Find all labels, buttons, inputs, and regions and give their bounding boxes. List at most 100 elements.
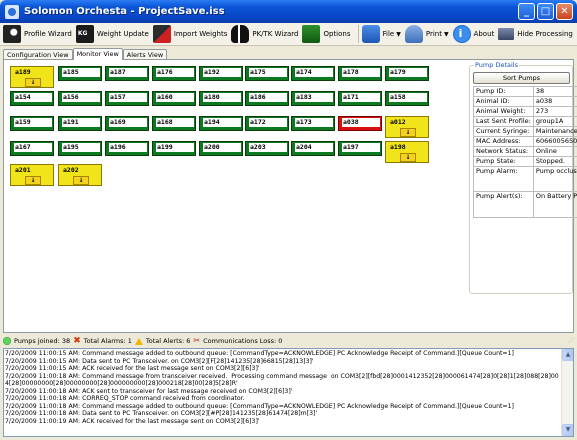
log-line: 7/20/2009 11:00:18 AM: ACK sent to trans… — [5, 387, 293, 395]
pump-id-label: a176 — [156, 68, 194, 77]
pump-tile-a187[interactable]: a187 — [105, 66, 149, 81]
alert-marker-icon: ↓ — [25, 78, 41, 87]
hide-processing-label: Hide Processing — [517, 30, 573, 38]
pump-tile-a038[interactable]: a038 — [338, 116, 382, 131]
minimize-button[interactable]: _ — [518, 3, 535, 20]
processing-log[interactable]: 7/20/2009 11:00:15 AM: Command message a… — [3, 348, 574, 437]
alarm-icon: ✖ — [73, 336, 81, 346]
hide-processing-button[interactable]: Hide Processing — [498, 24, 573, 45]
profile-wizard-button[interactable]: Profile Wizard — [3, 24, 72, 45]
alert-marker-icon: ↓ — [73, 176, 89, 185]
pump-id-label: a156 — [62, 93, 100, 102]
pump-tile-a186[interactable]: a186 — [245, 91, 289, 106]
pump-tile-a200[interactable]: a200 — [199, 141, 243, 156]
pump-tile-a183[interactable]: a183 — [291, 91, 335, 106]
pump-id-label: a204 — [295, 143, 333, 152]
monitor-panel: a189 ↓ a185 a187 a176 a192 a175 a174 a178 a179 a15… — [3, 59, 577, 333]
wizard-icon — [3, 25, 21, 43]
import-weights-button[interactable]: Import Weights — [152, 24, 227, 45]
pump-tile-a198[interactable]: a198 ↓ — [385, 141, 429, 163]
pump-tile-a157[interactable]: a157 — [105, 91, 149, 106]
tab-monitor-view[interactable]: Monitor View — [72, 48, 123, 60]
pump-details-group: Pump Details Sort Pumps Pump ID: 38 Anima… — [469, 61, 577, 294]
details-key: Last Sent Profile: — [473, 116, 534, 127]
pump-tile-a202[interactable]: a202 ↓ — [58, 164, 102, 186]
pump-tile-a154[interactable]: a154 — [10, 91, 54, 106]
toolbar-separator — [357, 25, 359, 43]
about-button[interactable]: About — [452, 24, 494, 45]
pktk-icon — [231, 25, 250, 43]
pump-tile-a174[interactable]: a174 — [291, 66, 335, 81]
import-icon — [152, 25, 171, 43]
pump-id-label: a203 — [249, 143, 287, 152]
log-lines: 7/20/2009 11:00:15 AM: Command message a… — [5, 350, 560, 425]
print-menu-button[interactable]: Print ▼ — [404, 24, 449, 45]
details-row: Network Status: Online — [473, 146, 577, 157]
pump-tile-a172[interactable]: a172 — [245, 116, 289, 131]
pump-id-label: a173 — [295, 118, 333, 127]
pump-tile-a180[interactable]: a180 — [199, 91, 243, 106]
details-value: Pump occlusion. — [532, 166, 577, 192]
scroll-up-button[interactable]: ▲ — [562, 349, 573, 361]
pump-tile-a178[interactable]: a178 — [338, 66, 382, 81]
pump-tile-a175[interactable]: a175 — [245, 66, 289, 81]
pump-tile-a158[interactable]: a158 — [385, 91, 429, 106]
pktk-wizard-button[interactable]: PK/TK Wizard — [231, 24, 298, 45]
scroll-down-button[interactable]: ▼ — [562, 424, 573, 436]
maximize-button[interactable]: □ — [537, 3, 554, 20]
pump-id-label: a175 — [249, 68, 287, 77]
pump-tile-a192[interactable]: a192 — [199, 66, 243, 81]
pump-tile-a189[interactable]: a189 ↓ — [10, 66, 54, 88]
file-menu-button[interactable]: File ▼ — [361, 24, 401, 45]
pump-id-label: a198 — [390, 143, 406, 151]
pump-tile-a156[interactable]: a156 — [58, 91, 102, 106]
details-value: 38 — [532, 86, 577, 97]
pump-tile-a160[interactable]: a160 — [152, 91, 196, 106]
pump-tile-a204[interactable]: a204 — [291, 141, 335, 156]
pump-id-label: a183 — [295, 93, 333, 102]
pump-id-label: a197 — [342, 143, 380, 152]
pump-id-label: a171 — [342, 93, 380, 102]
details-row: Pump Alarm:Pump occlusion. — [473, 166, 577, 192]
pump-tile-a195[interactable]: a195 — [58, 141, 102, 156]
pump-tile-a173[interactable]: a173 — [291, 116, 335, 131]
pump-tile-a185[interactable]: a185 — [58, 66, 102, 81]
file-icon — [361, 25, 380, 43]
window-controls: _ □ ✕ — [518, 3, 573, 20]
pump-tile-a199[interactable]: a199 — [152, 141, 196, 156]
details-row: Current Syringe:Maintenance Article — [473, 126, 577, 137]
close-button[interactable]: ✕ — [556, 3, 573, 20]
pump-tile-a176[interactable]: a176 — [152, 66, 196, 81]
pump-tile-a167[interactable]: a167 — [10, 141, 54, 156]
print-icon — [404, 25, 423, 43]
log-scrollbar[interactable]: ▲ ▼ — [561, 349, 573, 436]
details-row: Pump ID: 38 — [473, 86, 577, 97]
options-button[interactable]: Options — [302, 24, 351, 45]
pump-tile-a201[interactable]: a201 ↓ — [10, 164, 54, 186]
options-label: Options — [323, 30, 351, 38]
weight-update-button[interactable]: Weight Update — [75, 24, 149, 45]
pump-tile-a194[interactable]: a194 — [199, 116, 243, 131]
options-icon — [302, 25, 321, 43]
log-line: 7/20/2009 11:00:18 AM: Data sent to PC T… — [5, 410, 318, 417]
details-key: Pump Alert(s): — [473, 191, 534, 218]
details-row: Pump State: Stopped. — [473, 156, 577, 167]
pump-tile-a191[interactable]: a191 — [58, 116, 102, 131]
sort-pumps-button[interactable]: Sort Pumps — [473, 72, 570, 84]
pump-id-label: a194 — [203, 118, 241, 127]
pump-id-label: a201 — [15, 166, 31, 174]
profile-wizard-label: Profile Wizard — [24, 30, 72, 38]
pump-tile-a159[interactable]: a159 — [10, 116, 54, 131]
pump-tile-a196[interactable]: a196 — [105, 141, 149, 156]
pump-tile-a197[interactable]: a197 — [338, 141, 382, 156]
pump-tile-a012[interactable]: a012 ↓ — [385, 116, 429, 138]
pump-id-label: a189 — [15, 68, 31, 76]
log-line: 7/20/2009 11:00:15 AM: Data sent to PC T… — [5, 357, 314, 365]
pump-tile-a171[interactable]: a171 — [338, 91, 382, 106]
pump-tile-a203[interactable]: a203 — [245, 141, 289, 156]
details-value: 273 — [532, 106, 577, 117]
pump-id-label: a202 — [63, 166, 79, 174]
pump-tile-a179[interactable]: a179 — [385, 66, 429, 81]
pump-tile-a168[interactable]: a168 — [152, 116, 196, 131]
pump-tile-a169[interactable]: a169 — [105, 116, 149, 131]
